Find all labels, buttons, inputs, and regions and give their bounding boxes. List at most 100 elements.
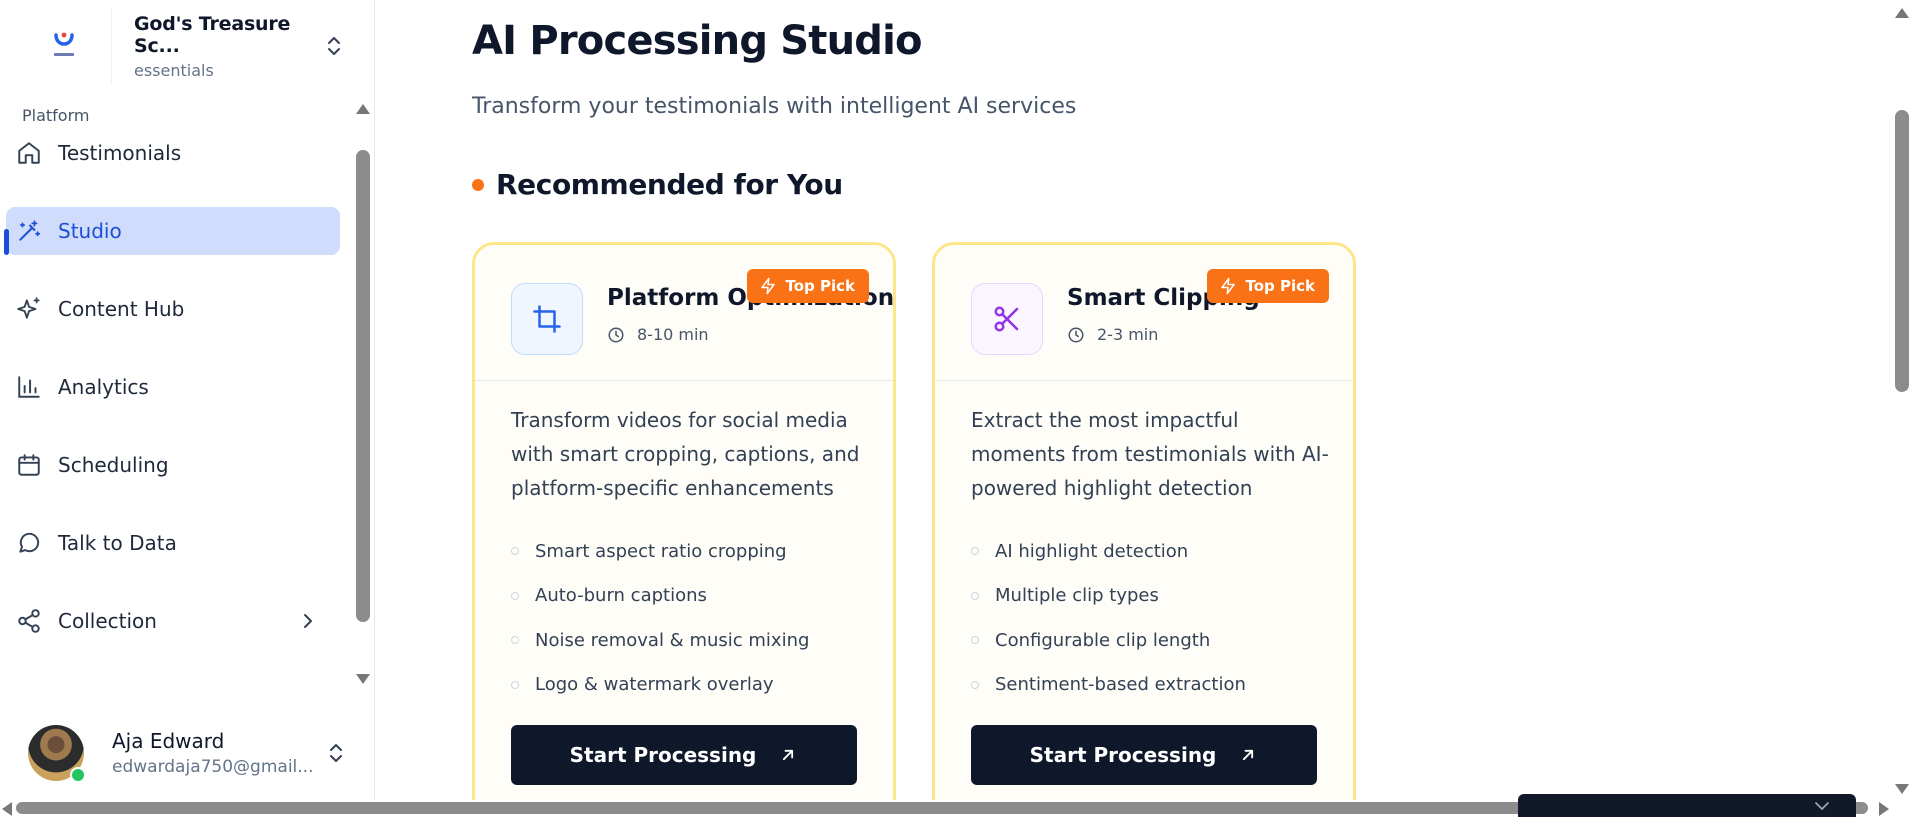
chevrons-up-down-icon[interactable]	[324, 741, 348, 765]
feature-text: Smart aspect ratio cropping	[535, 540, 787, 562]
bar-chart-icon	[16, 374, 42, 400]
chevrons-up-down-icon[interactable]	[322, 34, 346, 58]
sidebar-item-testimonials[interactable]: Testimonials	[6, 129, 340, 177]
list-item: Logo & watermark overlay	[511, 663, 809, 708]
list-item: Sentiment-based extraction	[971, 663, 1246, 708]
sidebar-item-label: Studio	[58, 219, 122, 243]
list-item: AI highlight detection	[971, 529, 1246, 574]
arrow-up-right-icon	[1243, 749, 1254, 761]
section-title: Recommended for You	[496, 168, 843, 201]
share-icon	[16, 608, 42, 634]
workspace-name: God's Treasure Sc...	[134, 12, 291, 57]
bullet-icon	[971, 547, 979, 556]
scroll-down-arrow[interactable]	[356, 674, 370, 684]
chevron-right-icon[interactable]	[296, 609, 320, 633]
scroll-up-arrow[interactable]	[356, 104, 370, 114]
scissors-icon	[971, 283, 1043, 355]
top-pick-badge: Top Pick	[1207, 269, 1329, 303]
bullet-icon	[511, 636, 519, 645]
badge-label: Top Pick	[1245, 277, 1315, 295]
card-description: Extract the most impactful moments from …	[971, 408, 1329, 500]
service-card-smart-clipping: Smart Clipping 2-3 min Top Pick Extract …	[932, 242, 1356, 817]
workspace-switcher[interactable]: God's Treasure Sc... essentials	[16, 8, 356, 84]
card-duration-text: 8-10 min	[637, 325, 709, 344]
calendar-icon	[16, 452, 42, 478]
user-menu[interactable]: Aja Edward edwardaja750@gmail...	[28, 722, 348, 784]
bullet-icon	[971, 680, 979, 689]
card-header: Smart Clipping 2-3 min Top Pick	[935, 245, 1353, 381]
service-card-platform-optimization: Platform Optimization 8-10 min Top Pick …	[472, 242, 896, 817]
sidebar-item-label: Talk to Data	[58, 531, 177, 555]
crop-icon	[511, 283, 583, 355]
sidebar-item-studio[interactable]: Studio	[4, 207, 340, 255]
scrollbar-thumb[interactable]	[1895, 110, 1909, 392]
nav-group-label: Platform	[22, 106, 90, 125]
avatar	[28, 725, 86, 783]
main-content: AI Processing Studio Transform your test…	[376, 0, 1892, 817]
feature-list: AI highlight detection Multiple clip typ…	[971, 529, 1246, 707]
list-item: Multiple clip types	[971, 574, 1246, 619]
clock-icon	[1068, 327, 1084, 342]
chat-bubble-icon	[16, 530, 42, 556]
list-item: Smart aspect ratio cropping	[511, 529, 809, 574]
sidebar-item-label: Collection	[58, 609, 157, 633]
arrow-up-right-icon	[783, 749, 794, 761]
user-name: Aja Edward	[112, 729, 225, 753]
button-label: Start Processing	[569, 743, 757, 767]
card-header: Platform Optimization 8-10 min Top Pick	[475, 245, 893, 381]
workspace-logo	[16, 8, 112, 84]
bullet-icon	[971, 591, 979, 600]
bullet-icon	[971, 636, 979, 645]
clock-icon	[608, 327, 624, 342]
button-label: Start Processing	[1029, 743, 1217, 767]
sidebar-item-label: Content Hub	[58, 297, 185, 321]
sidebar-item-label: Testimonials	[58, 141, 182, 165]
card-duration: 2-3 min	[1067, 325, 1158, 344]
list-item: Auto-burn captions	[511, 574, 809, 619]
feature-text: Noise removal & music mixing	[535, 629, 810, 651]
scroll-down-arrow[interactable]	[1895, 784, 1909, 794]
chevron-down-icon[interactable]	[1814, 800, 1830, 812]
scroll-up-arrow[interactable]	[1895, 8, 1909, 18]
sparkles-icon	[16, 296, 42, 322]
brand-logo-icon	[53, 32, 74, 56]
sidebar-item-analytics[interactable]: Analytics	[6, 363, 340, 411]
lightning-icon	[761, 277, 776, 295]
collapsed-panel[interactable]	[1518, 794, 1856, 817]
sidebar-item-content-hub[interactable]: Content Hub	[6, 285, 340, 333]
feature-list: Smart aspect ratio cropping Auto-burn ca…	[511, 529, 809, 707]
sidebar-item-talk-to-data[interactable]: Talk to Data	[6, 519, 340, 567]
list-item: Configurable clip length	[971, 618, 1246, 663]
workspace-plan: essentials	[134, 60, 214, 80]
sidebar-item-collection[interactable]: Collection	[6, 597, 340, 645]
section-dot-icon	[472, 178, 484, 191]
feature-text: Configurable clip length	[995, 629, 1211, 651]
bullet-icon	[511, 547, 519, 556]
feature-text: AI highlight detection	[995, 540, 1189, 562]
magic-wand-icon	[16, 218, 42, 244]
page-vertical-scrollbar[interactable]	[1892, 0, 1911, 800]
feature-text: Multiple clip types	[995, 585, 1159, 607]
badge-label: Top Pick	[785, 277, 855, 295]
sidebar-item-scheduling[interactable]: Scheduling	[6, 441, 340, 489]
sidebar: God's Treasure Sc... essentials Platform…	[0, 0, 375, 800]
list-item: Noise removal & music mixing	[511, 618, 809, 663]
sidebar-item-label: Analytics	[58, 375, 149, 399]
card-description: Transform videos for social media with s…	[511, 408, 860, 500]
start-processing-button[interactable]: Start Processing	[971, 725, 1317, 785]
start-processing-button[interactable]: Start Processing	[511, 725, 857, 785]
bullet-icon	[511, 591, 519, 600]
card-duration-text: 2-3 min	[1097, 325, 1159, 344]
feature-text: Logo & watermark overlay	[535, 674, 774, 696]
home-icon	[16, 140, 42, 166]
sidebar-scrollbar[interactable]	[354, 104, 372, 684]
bullet-icon	[511, 680, 519, 689]
scrollbar-thumb[interactable]	[356, 150, 370, 622]
page-title: AI Processing Studio	[472, 18, 923, 64]
user-email: edwardaja750@gmail...	[112, 757, 314, 777]
top-pick-badge: Top Pick	[747, 269, 869, 303]
lightning-icon	[1221, 277, 1236, 295]
page-subtitle: Transform your testimonials with intelli…	[472, 94, 1077, 119]
scroll-right-arrow[interactable]	[1879, 802, 1889, 816]
scroll-left-arrow[interactable]	[2, 802, 12, 816]
